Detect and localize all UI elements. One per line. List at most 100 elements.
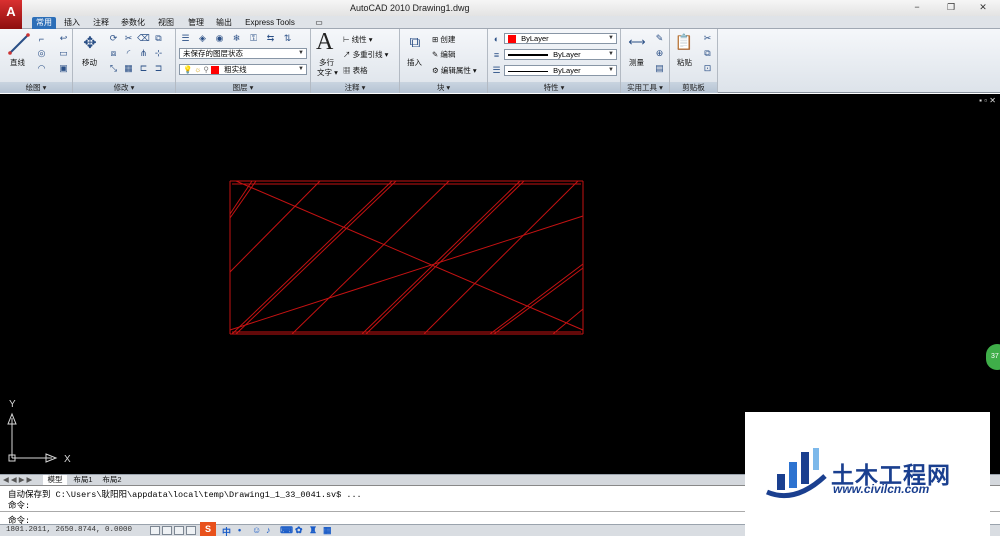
- tab-manage[interactable]: 管理: [184, 17, 208, 29]
- scale-icon[interactable]: ⤡: [107, 62, 120, 75]
- snap-toggle-icon[interactable]: [150, 526, 160, 535]
- hatch-line[interactable]: [552, 308, 584, 335]
- hatch-icon[interactable]: ▭: [57, 47, 70, 60]
- erase-icon[interactable]: ⌫: [137, 32, 150, 45]
- tab-minimize-ribbon[interactable]: ▭: [312, 17, 326, 29]
- minimize-button[interactable]: −: [908, 2, 926, 13]
- hatch-line[interactable]: [361, 180, 521, 335]
- tab-view[interactable]: 视图: [154, 17, 178, 29]
- grid-toggle-icon[interactable]: [162, 526, 172, 535]
- layer-freeze-icon[interactable]: ❄: [230, 32, 243, 45]
- current-layer-select[interactable]: 💡 ☼ ⚲ 粗实线 ▼: [179, 64, 307, 75]
- coordinate-readout[interactable]: 1801.2011, 2650.8744, 0.0000: [6, 526, 132, 534]
- layer-off-icon[interactable]: ◉: [213, 32, 226, 45]
- linetype-icon[interactable]: ☰: [490, 64, 503, 77]
- linear-dimension-button[interactable]: ⊢ 线性 ▾: [343, 34, 373, 45]
- color-wheel-icon[interactable]: ◐: [490, 32, 503, 45]
- ime-toolbox-icon[interactable]: ▦: [323, 525, 332, 536]
- edit-attributes-button[interactable]: ⚙ 编辑属性 ▾: [432, 65, 477, 76]
- region-icon[interactable]: ▣: [57, 62, 70, 75]
- draw-panel-footer[interactable]: 绘图 ▾: [0, 82, 72, 93]
- rotate-icon[interactable]: ⟳: [107, 32, 120, 45]
- tab-parametric[interactable]: 参数化: [118, 17, 148, 29]
- insert-block-icon[interactable]: ⧉: [405, 32, 425, 52]
- array-icon[interactable]: ▦: [122, 62, 135, 75]
- quick-select-icon[interactable]: ✎: [653, 32, 666, 45]
- create-block-icon: ⊞: [432, 35, 439, 44]
- ime-shirt-icon[interactable]: ♜: [309, 525, 317, 536]
- lineweight-select[interactable]: ByLayer ▼: [504, 49, 617, 60]
- multileader-button[interactable]: ↗ 多重引线 ▾: [343, 49, 388, 60]
- panel-modify: ✥ 移动 ⟳ ✂ ⌫ ⧉ ⧈ ◜ ⋔ ⊹ ⤡ ▦ ⊏ ⊐ 修改 ▾: [73, 29, 176, 93]
- close-button[interactable]: ✕: [974, 2, 992, 13]
- rectangle-icon[interactable]: ↩: [57, 32, 70, 45]
- line-icon[interactable]: [8, 33, 30, 55]
- app-menu-logo[interactable]: A: [0, 0, 22, 30]
- polyline-icon[interactable]: ⌐: [35, 32, 48, 45]
- copy-clip-icon[interactable]: ⧉: [701, 47, 714, 60]
- sogou-ime-icon[interactable]: S: [200, 522, 216, 536]
- ime-chinese-mode[interactable]: 中: [222, 525, 231, 536]
- tab-layout1[interactable]: 布局1: [70, 475, 96, 485]
- lineweight-icon[interactable]: ≡: [490, 48, 503, 61]
- color-select[interactable]: ByLayer ▼: [504, 33, 617, 44]
- block-panel-footer[interactable]: 块 ▾: [400, 82, 487, 93]
- tab-layout2[interactable]: 布局2: [99, 475, 125, 485]
- utilities-panel-footer[interactable]: 实用工具 ▾: [621, 82, 669, 93]
- tab-insert[interactable]: 插入: [60, 17, 84, 29]
- tab-model[interactable]: 模型: [43, 475, 67, 485]
- restore-button[interactable]: ❐: [942, 2, 960, 13]
- layer-isolate-icon[interactable]: ◈: [196, 32, 209, 45]
- modify-panel-footer[interactable]: 修改 ▾: [73, 82, 175, 93]
- ime-voice-icon[interactable]: ♪: [266, 525, 271, 535]
- fillet-icon[interactable]: ◜: [122, 47, 135, 60]
- mirror-icon[interactable]: ⧈: [107, 47, 120, 60]
- layer-properties-icon[interactable]: ☰: [179, 32, 192, 45]
- cut-icon[interactable]: ✂: [701, 32, 714, 45]
- properties-panel-footer[interactable]: 特性 ▾: [488, 82, 620, 93]
- stretch-icon[interactable]: ⊹: [152, 47, 165, 60]
- circle-icon[interactable]: ◎: [35, 47, 48, 60]
- paste-icon[interactable]: 📋: [675, 33, 694, 51]
- layer-state-select[interactable]: 未保存的图层状态 ▼: [179, 48, 307, 59]
- create-block-button[interactable]: ⊞ 创建: [432, 34, 455, 45]
- layout-nav-arrows[interactable]: ◀ ◀ ▶ ▶: [3, 475, 41, 485]
- edit-block-button[interactable]: ✎ 编辑: [432, 49, 455, 60]
- trim-icon[interactable]: ✂: [122, 32, 135, 45]
- measure-icon[interactable]: ⟷: [626, 35, 648, 49]
- match-properties-icon[interactable]: ⊡: [701, 62, 714, 75]
- hatch-line[interactable]: [229, 215, 584, 331]
- tab-express-tools[interactable]: Express Tools: [241, 17, 299, 29]
- arc-icon[interactable]: ◠: [35, 62, 48, 75]
- table-button[interactable]: ▦ 表格: [343, 65, 368, 76]
- annotation-panel-footer[interactable]: 注释 ▾: [311, 82, 399, 93]
- edit-block-label: 编辑: [440, 50, 456, 59]
- tab-annotate[interactable]: 注释: [89, 17, 113, 29]
- point-id-icon[interactable]: ⊕: [653, 47, 666, 60]
- layer-lock-icon[interactable]: ⚿: [247, 32, 260, 45]
- floating-badge[interactable]: 37: [986, 344, 1000, 370]
- tab-home[interactable]: 常用: [32, 17, 56, 29]
- calculator-icon[interactable]: ▤: [653, 62, 666, 75]
- hatch-line[interactable]: [229, 180, 257, 219]
- multiline-text-icon[interactable]: A: [316, 29, 333, 56]
- extend-icon[interactable]: ⊐: [152, 62, 165, 75]
- ime-keyboard-icon[interactable]: ⌨: [280, 525, 293, 536]
- ortho-toggle-icon[interactable]: [174, 526, 184, 535]
- ime-punctuation-icon[interactable]: •: [238, 525, 241, 535]
- layers-panel-footer[interactable]: 图层 ▾: [176, 82, 310, 93]
- ime-emoji-icon[interactable]: ☺: [252, 525, 261, 535]
- hatch-line[interactable]: [235, 180, 584, 331]
- panel-draw: 直线 ⌐ ◎ ◠ ↩ ▭ ▣ 绘图 ▾: [0, 29, 73, 93]
- tab-output[interactable]: 输出: [212, 17, 236, 29]
- polar-toggle-icon[interactable]: [186, 526, 196, 535]
- offset-icon[interactable]: ⊏: [137, 62, 150, 75]
- explode-icon[interactable]: ⋔: [137, 47, 150, 60]
- copy-icon[interactable]: ⧉: [152, 32, 165, 45]
- layer-match-icon[interactable]: ⇆: [264, 32, 277, 45]
- linetype-select[interactable]: ByLayer ▼: [504, 65, 617, 76]
- ime-skin-icon[interactable]: ✿: [295, 525, 303, 536]
- hatch-line[interactable]: [231, 180, 393, 335]
- move-icon[interactable]: ✥: [81, 34, 99, 52]
- layer-walk-icon[interactable]: ⇅: [281, 32, 294, 45]
